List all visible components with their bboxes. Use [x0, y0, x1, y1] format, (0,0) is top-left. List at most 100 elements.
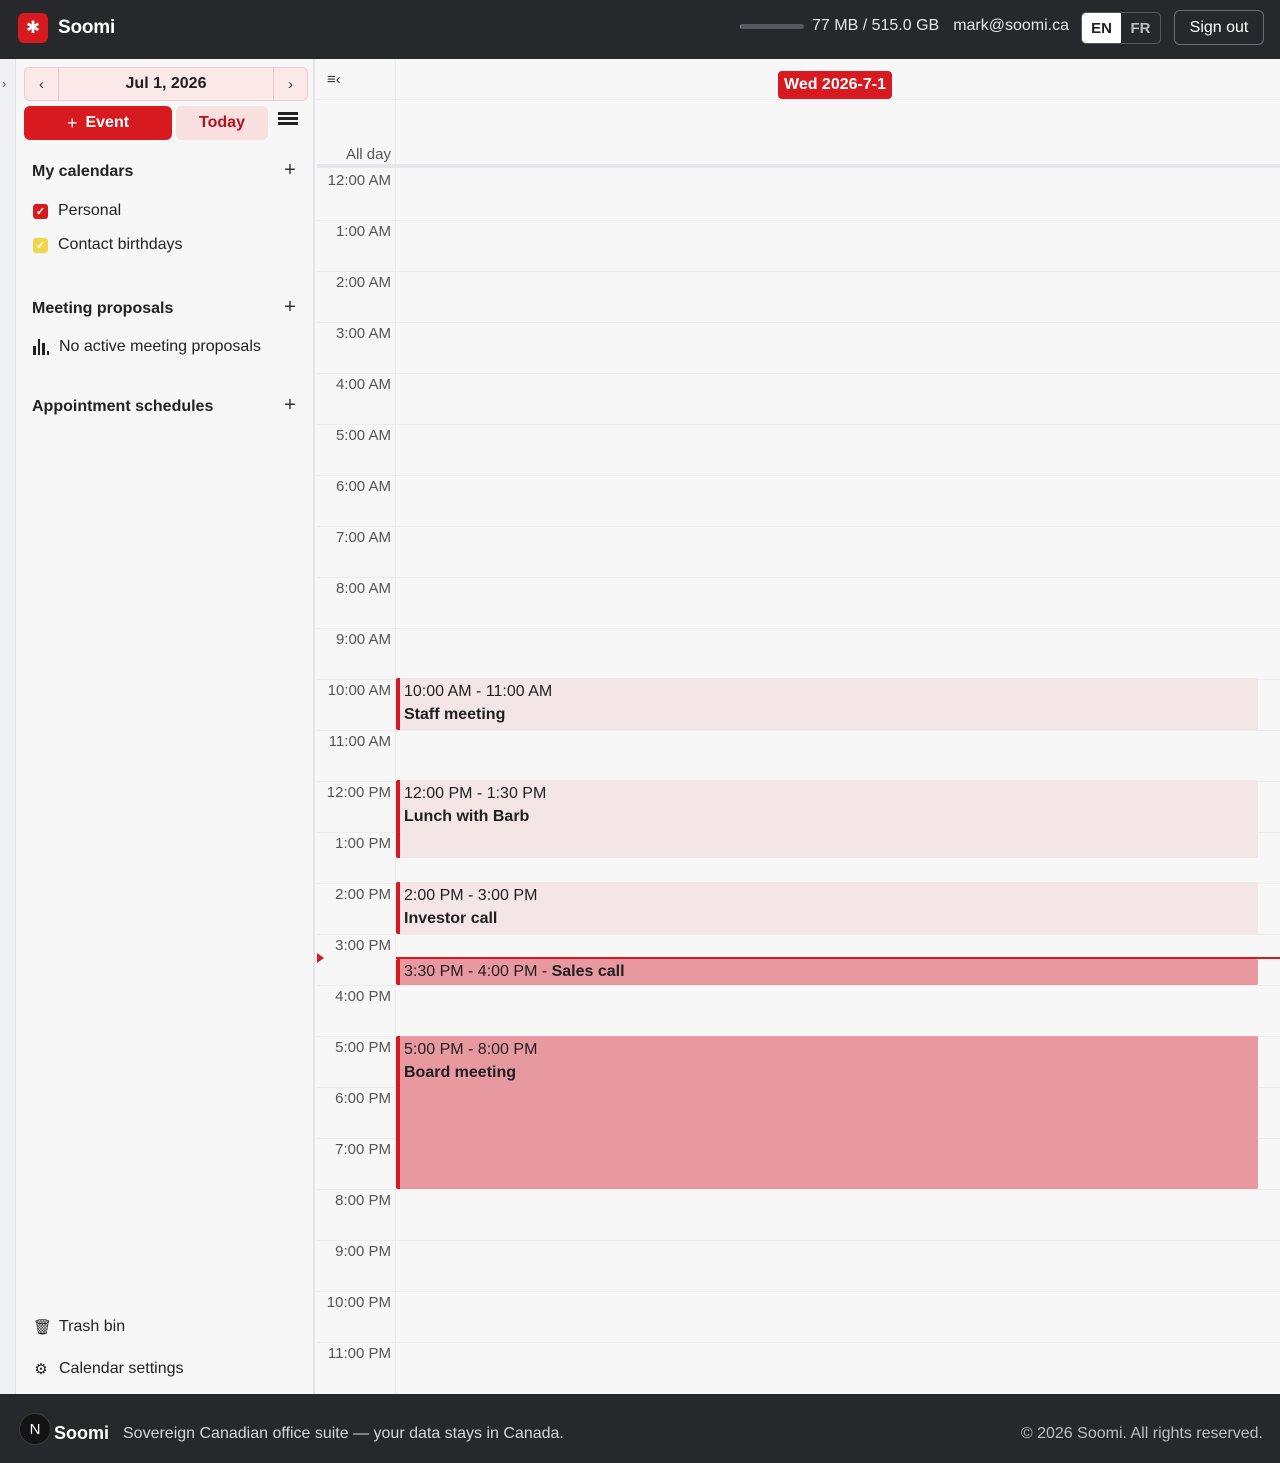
- hour-line: [317, 1189, 1280, 1190]
- checkbox-checked-icon[interactable]: ✓: [33, 203, 48, 219]
- footer-copyright: © 2026 Soomi. All rights reserved.: [1020, 1425, 1263, 1442]
- event-board-meeting[interactable]: 5:00 PM - 8:00 PM Board meeting: [396, 1036, 1258, 1189]
- hour-line: [317, 1240, 1280, 1241]
- current-date-label[interactable]: Jul 1, 2026: [59, 68, 273, 100]
- hour-line: [317, 730, 1280, 731]
- hour-line: [317, 271, 1280, 272]
- hour-label: 9:00 PM: [335, 1243, 391, 1260]
- brand[interactable]: ✱ Soomi: [18, 13, 115, 43]
- storage-indicator: 77 MB / 515.0 GB mark@soomi.ca: [740, 17, 1069, 35]
- event-title: Investor call: [404, 910, 498, 927]
- sign-out-button[interactable]: Sign out: [1174, 10, 1264, 45]
- hour-label: 1:00 PM: [335, 835, 391, 852]
- event-sales-call[interactable]: 3:30 PM - 4:00 PM - Sales call: [396, 959, 1258, 985]
- storage-bar-fill: [740, 23, 742, 29]
- event-time: 5:00 PM - 8:00 PM: [404, 1041, 538, 1058]
- plus-icon: +: [66, 112, 78, 133]
- hour-line: [317, 526, 1280, 527]
- previous-day-chevron-icon[interactable]: ‹: [25, 68, 59, 100]
- top-bar: ✱ Soomi 77 MB / 515.0 GB mark@soomi.ca E…: [0, 0, 1280, 59]
- sidebar-rail: ›: [0, 59, 16, 1394]
- hour-label: 6:00 PM: [335, 1090, 391, 1107]
- footer-logo-icon: N: [19, 1413, 51, 1445]
- appointment-schedules-heading: Appointment schedules: [32, 398, 214, 415]
- add-calendar-plus-icon[interactable]: +: [280, 159, 300, 182]
- day-badge[interactable]: Wed 2026-7-1: [778, 71, 892, 99]
- gear-icon: ⚙: [34, 1361, 48, 1378]
- language-fr[interactable]: FR: [1121, 13, 1160, 43]
- next-day-chevron-icon[interactable]: ›: [273, 68, 307, 100]
- hour-line: [317, 475, 1280, 476]
- hour-label: 3:00 AM: [335, 325, 391, 342]
- hour-label: 12:00 AM: [327, 172, 391, 189]
- hour-line: [317, 628, 1280, 629]
- hour-label: 8:00 AM: [335, 580, 391, 597]
- collapse-sidebar-icon[interactable]: ≡‹: [327, 71, 355, 95]
- event-lunch-with-barb[interactable]: 12:00 PM - 1:30 PM Lunch with Barb: [396, 780, 1258, 858]
- event-title: Sales call: [551, 963, 625, 980]
- hour-label: 11:00 AM: [328, 733, 391, 750]
- view-menu-icon[interactable]: [278, 112, 298, 132]
- today-button[interactable]: Today: [176, 106, 268, 140]
- no-proposals-text: No active meeting proposals: [59, 338, 261, 355]
- no-meeting-proposals: No active meeting proposals: [33, 338, 261, 356]
- checkbox-checked-icon[interactable]: ✓: [33, 237, 48, 253]
- hour-line: [317, 577, 1280, 578]
- hour-label: 1:00 AM: [335, 223, 391, 240]
- user-email: mark@soomi.ca: [953, 17, 1070, 34]
- trash-icon: 🗑: [33, 1319, 53, 1336]
- storage-text: 77 MB / 515.0 GB: [812, 17, 940, 34]
- all-day-separator: [317, 164, 1280, 168]
- event-time: 10:00 AM - 11:00 AM: [404, 683, 553, 700]
- date-navigator: ‹ Jul 1, 2026 ›: [24, 67, 308, 101]
- hour-label: 4:00 AM: [335, 376, 391, 393]
- hour-line: [317, 1342, 1280, 1343]
- storage-bar: [740, 23, 804, 29]
- event-title: Board meeting: [404, 1064, 517, 1081]
- bar-chart-icon: [33, 339, 49, 355]
- new-event-button[interactable]: + Event: [24, 106, 172, 140]
- hour-line: [317, 424, 1280, 425]
- expand-chevron-icon[interactable]: ›: [2, 76, 6, 91]
- hour-label: 9:00 AM: [335, 631, 391, 648]
- language-en[interactable]: EN: [1082, 13, 1121, 43]
- calendar-settings-label: Calendar settings: [59, 1360, 184, 1377]
- hour-line: [317, 322, 1280, 323]
- hour-label: 4:00 PM: [335, 988, 391, 1005]
- new-event-label: Event: [85, 114, 130, 131]
- language-switch: EN FR: [1081, 12, 1161, 44]
- meeting-proposals-heading: Meeting proposals: [32, 300, 174, 317]
- event-time: 3:30 PM - 4:00 PM -: [404, 963, 552, 980]
- hour-label: 10:00 PM: [326, 1294, 391, 1311]
- calendar-item-personal[interactable]: ✓ Personal: [33, 202, 121, 220]
- footer-brand: Soomi: [54, 1423, 110, 1443]
- trash-bin-link[interactable]: 🗑 Trash bin: [33, 1318, 125, 1336]
- event-time: 12:00 PM - 1:30 PM: [404, 785, 547, 802]
- hour-label: 2:00 PM: [335, 886, 391, 903]
- hour-label: 6:00 AM: [335, 478, 391, 495]
- hour-label: 5:00 PM: [335, 1039, 391, 1056]
- add-meeting-proposal-plus-icon[interactable]: +: [280, 296, 300, 319]
- brand-name: Soomi: [58, 17, 116, 38]
- hour-line: [317, 985, 1280, 986]
- hour-label: 8:00 PM: [335, 1192, 391, 1209]
- event-investor-call[interactable]: 2:00 PM - 3:00 PM Investor call: [396, 882, 1258, 934]
- hour-label: 10:00 AM: [327, 682, 391, 699]
- calendar-item-contact-birthdays[interactable]: ✓ Contact birthdays: [33, 236, 183, 254]
- maple-leaf-icon: ✱: [18, 13, 48, 43]
- event-staff-meeting[interactable]: 10:00 AM - 11:00 AM Staff meeting: [396, 678, 1258, 730]
- hour-label: 11:00 PM: [327, 1345, 391, 1362]
- event-title: Staff meeting: [404, 706, 506, 723]
- hour-line: [317, 373, 1280, 374]
- event-title: Lunch with Barb: [404, 808, 530, 825]
- sidebar: ‹ Jul 1, 2026 › + Event Today My calenda…: [16, 59, 315, 1394]
- hour-line: [317, 1291, 1280, 1292]
- footer-tagline: Sovereign Canadian office suite — your d…: [123, 1425, 564, 1442]
- hour-label: 2:00 AM: [335, 274, 391, 291]
- day-view: ≡‹ Wed 2026-7-1 All day 12:00 AM 1:00 AM 2…: [317, 59, 1280, 1394]
- calendar-settings-link[interactable]: ⚙ Calendar settings: [33, 1360, 184, 1378]
- hour-line: [317, 220, 1280, 221]
- current-time-marker: [317, 953, 324, 963]
- add-appointment-schedule-plus-icon[interactable]: +: [280, 394, 300, 417]
- all-day-label: All day: [345, 146, 391, 163]
